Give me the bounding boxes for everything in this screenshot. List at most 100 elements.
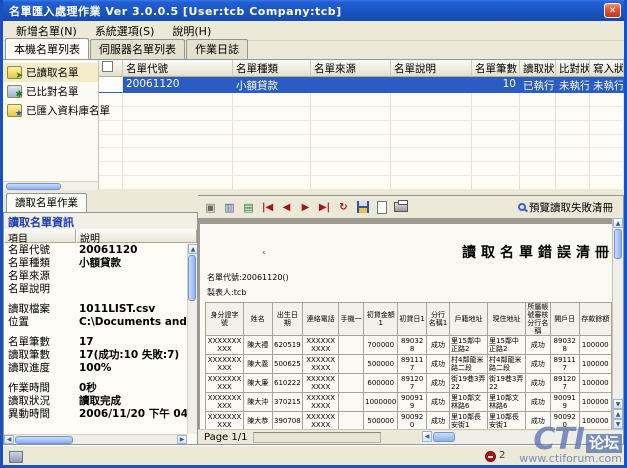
- menu-system-options[interactable]: 系統選項(S): [86, 21, 164, 41]
- tab-server-lists[interactable]: 伺服器名單列表: [90, 39, 185, 59]
- imported-list-icon: ★: [7, 104, 22, 117]
- info-row: 位置C:\Documents and Settings: [4, 316, 197, 329]
- bottom-left-panel: 讀取名單作業 讀取名單資訊 項目 說明 名單代號20061120 名單種類小額貸…: [3, 195, 198, 445]
- info-row: [4, 375, 197, 382]
- sidebar-item-read-lists[interactable]: ➤ 已讀取名單: [3, 63, 98, 82]
- print-icon[interactable]: [392, 199, 409, 216]
- list-table: 名單代號 名單種類 名單來源 名單說明 名單筆數 讀取狀況 比對狀況 寫入狀況 …: [99, 60, 624, 190]
- scroll-right-icon[interactable]: ▶: [177, 435, 187, 444]
- sidebar-item-label: 已匯入資料庫名單: [26, 103, 110, 118]
- info-vertical-scrollbar[interactable]: ▲: [187, 244, 197, 434]
- info-row: 名單種類小額貸款: [4, 257, 197, 270]
- empty-row: [99, 148, 624, 162]
- col-compare-status[interactable]: 比對狀況: [556, 60, 590, 77]
- tab-local-lists[interactable]: 本機名單列表: [5, 38, 89, 59]
- page-setup-icon[interactable]: [373, 199, 390, 216]
- read-list-icon: ➤: [7, 66, 22, 79]
- scroll-down-icon[interactable]: ▼: [613, 399, 623, 409]
- col-list-count[interactable]: 名單筆數: [472, 60, 520, 77]
- empty-row: [99, 121, 624, 135]
- prev-page-scroll-icon[interactable]: ▲: [613, 409, 623, 419]
- scroll-up-icon[interactable]: ▲: [613, 218, 623, 228]
- report-row: XXXXXXXXXX陳大恭390708XXXXXXXXXX50000090092…: [206, 412, 612, 430]
- next-page-icon[interactable]: ▶: [297, 199, 314, 216]
- cell-list-desc: [391, 77, 472, 93]
- info-row: 讀取狀況讀取完成: [4, 395, 197, 408]
- save-icon[interactable]: [354, 199, 371, 216]
- cell-list-type: 小額貸款: [233, 77, 311, 93]
- next-page-scroll-icon[interactable]: ▼: [613, 419, 623, 429]
- refresh-icon[interactable]: ↻: [335, 199, 352, 216]
- row-checkbox-cell[interactable]: [99, 77, 123, 93]
- app-window: 名單匯入處理作業 Ver 3.0.0.5 [User:tcb Company:t…: [0, 0, 627, 468]
- cell-compare-status: 未執行: [556, 77, 590, 93]
- scroll-up-icon[interactable]: ▲: [188, 244, 198, 254]
- preview-horizontal-scrollbar[interactable]: ◀: [422, 431, 623, 444]
- table-row[interactable]: 20061120 小額貸款 10 已執行 未執行 未執行: [99, 77, 624, 93]
- report-row: XXXXXXXXXX陳大廉610222XXXXXXXXXX60000089120…: [206, 374, 612, 393]
- scrollbar-thumb[interactable]: [188, 255, 196, 301]
- info-row: 名單來源: [4, 270, 197, 283]
- info-row: 作業時間0秒: [4, 382, 197, 395]
- last-page-icon[interactable]: ▶|: [316, 199, 333, 216]
- empty-row: [99, 135, 624, 149]
- two-pages-icon[interactable]: ▥: [221, 199, 238, 216]
- report-header-row: 身分證字號姓名出生日期 連絡電話手機一初貸金額1 初貸日1分行名稱1戶籍地址 現…: [206, 303, 612, 336]
- col-desc[interactable]: 說明: [76, 229, 197, 243]
- select-all-header[interactable]: [99, 60, 123, 77]
- report-row: XXXXXXXXXX陳大沖370215XXXXXXXXXX10000009009…: [206, 393, 612, 412]
- cell-read-status: 已執行: [520, 77, 556, 93]
- tab-read-list-job[interactable]: 讀取名單作業: [6, 193, 87, 212]
- empty-row: [99, 107, 624, 121]
- scrollbar-thumb[interactable]: [15, 436, 73, 444]
- prev-page-icon[interactable]: ◀: [278, 199, 295, 216]
- report-preview-panel: ▣ ▥ ▤ |◀ ◀ ▶ ▶| ↻ 預覽讀取失敗清冊 ‹: [198, 195, 624, 445]
- preview-pager-bar: Page 1/1 ◀: [198, 429, 623, 444]
- zoom-100-icon[interactable]: ▤: [240, 199, 257, 216]
- info-horizontal-scrollbar[interactable]: ◀ ▶: [4, 434, 187, 444]
- report-row: XXXXXXXXXX陳大義500625XXXXXXXXXX50000089111…: [206, 355, 612, 374]
- col-list-source[interactable]: 名單來源: [311, 60, 391, 77]
- tab-strip: 本機名單列表 伺服器名單列表 作業日誌: [3, 41, 624, 59]
- col-write-status[interactable]: 寫入狀況: [590, 60, 624, 77]
- col-list-desc[interactable]: 名單說明: [391, 60, 472, 77]
- info-row: 異動時間2006/11/20 下午 04:41:12: [4, 408, 197, 421]
- empty-row: [99, 162, 624, 176]
- checkbox-icon[interactable]: [102, 61, 113, 72]
- scrollbar-thumb[interactable]: [614, 229, 622, 259]
- col-list-code[interactable]: 名單代號: [123, 60, 233, 77]
- col-item[interactable]: 項目: [4, 229, 76, 243]
- report-page: ‹ 讀取名單錯誤清冊 名單代號:20061120() 製表人:tcb 身分證字號…: [200, 224, 612, 429]
- info-row: [4, 296, 197, 303]
- info-row: 讀取檔案1011LIST.csv: [4, 303, 197, 316]
- preview-failed-list-button[interactable]: 預覽讀取失敗清冊: [512, 199, 619, 216]
- report-title: 讀取名單錯誤清冊: [462, 242, 612, 262]
- scroll-left-icon[interactable]: ◀: [4, 435, 14, 444]
- alert-text: 2: [499, 450, 505, 461]
- info-row: 讀取進度100%: [4, 362, 197, 375]
- sidebar-item-imported-lists[interactable]: ★ 已匯入資料庫名單: [3, 101, 98, 120]
- sidebar-horizontal-scrollbar[interactable]: [3, 181, 98, 190]
- sidebar-item-label: 已讀取名單: [26, 65, 79, 80]
- report-maker-line: 製表人:tcb: [207, 287, 246, 298]
- scrollbar-thumb[interactable]: [6, 183, 61, 190]
- scroll-left-icon[interactable]: ◀: [422, 431, 432, 442]
- menu-help[interactable]: 說明(H): [163, 21, 220, 41]
- report-row: XXXXXXXXXX陳大禮620519XXXXXXXXXX70000089032…: [206, 336, 612, 355]
- scrollbar-thumb[interactable]: [433, 432, 455, 442]
- info-row: 名單說明: [4, 283, 197, 296]
- compared-list-icon: ✱: [7, 85, 22, 98]
- sidebar-item-compared-lists[interactable]: ✱ 已比對名單: [3, 82, 98, 101]
- cell-list-source: [311, 77, 391, 93]
- menu-bar: 新增名單(N) 系統選項(S) 說明(H): [3, 21, 624, 41]
- col-list-type[interactable]: 名單種類: [233, 60, 311, 77]
- preview-toolbar: ▣ ▥ ▤ |◀ ◀ ▶ ▶| ↻ 預覽讀取失敗清冊: [198, 196, 623, 218]
- magnifier-icon: [518, 203, 526, 211]
- tab-job-log[interactable]: 作業日誌: [186, 39, 248, 59]
- col-read-status[interactable]: 讀取狀況: [520, 60, 556, 77]
- sidebar: ➤ 已讀取名單 ✱ 已比對名單 ★ 已匯入資料庫名單: [3, 60, 99, 190]
- close-button[interactable]: ✕: [604, 3, 621, 18]
- whole-page-icon[interactable]: ▣: [202, 199, 219, 216]
- preview-vertical-scrollbar[interactable]: ▲ ▼ ▲ ▼: [612, 218, 623, 429]
- first-page-icon[interactable]: |◀: [259, 199, 276, 216]
